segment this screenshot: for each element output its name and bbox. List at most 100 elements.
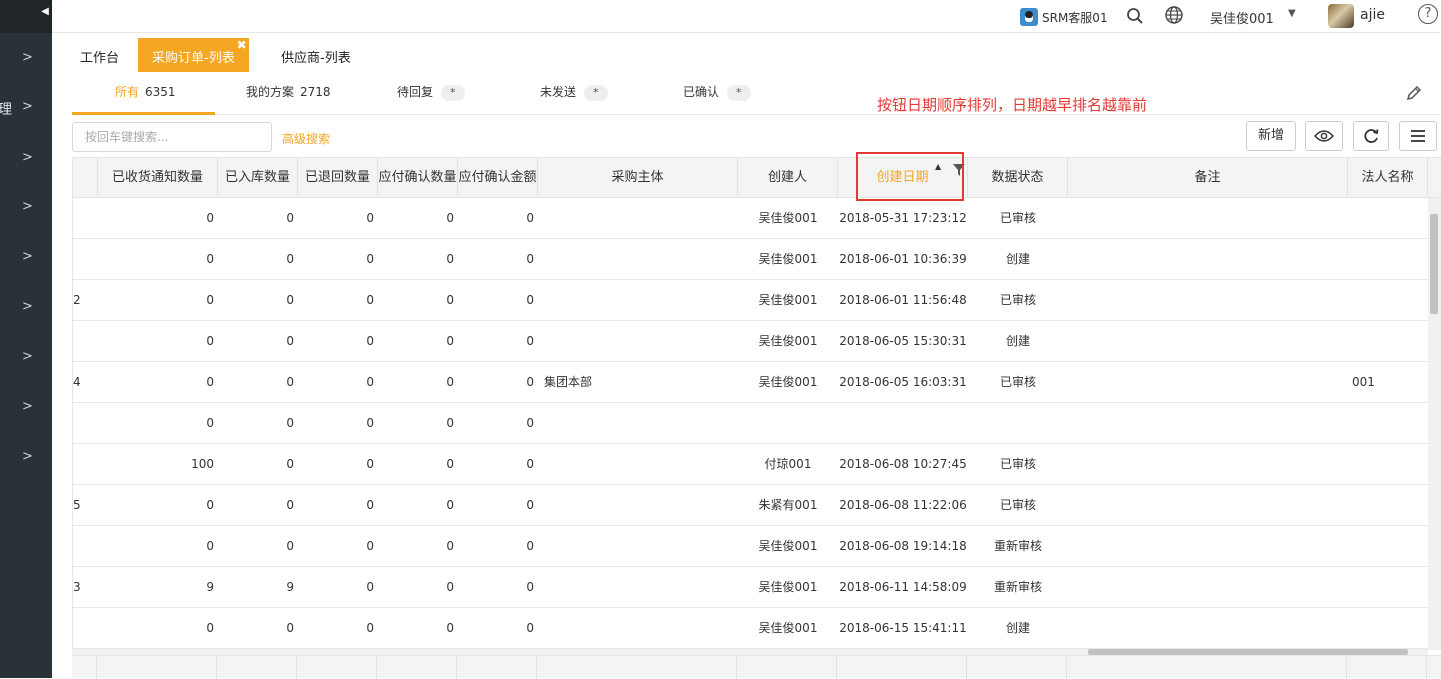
chevron-right-icon: >: [22, 349, 33, 364]
col-data-status-cell: 已审核: [999, 293, 1036, 307]
table-row[interactable]: 100 0 0 0 0 付琼001 2018-06-08 10:27:45 已审核: [73, 444, 1429, 485]
sidebar-menu-item[interactable]: >: [0, 199, 52, 219]
collapse-sidebar-icon[interactable]: ◀: [38, 0, 52, 24]
table-row[interactable]: 5 0 0 0 0 0 朱紧有001 2018-06-08 11:22:06 已审核: [73, 485, 1429, 526]
close-icon[interactable]: ✖: [237, 39, 247, 51]
vertical-scrollbar-thumb[interactable]: [1430, 214, 1438, 314]
table-row[interactable]: 0 0 0 0 0 吴佳俊001 2018-06-15 15:41:11 创建: [73, 608, 1429, 649]
table-row[interactable]: 2 0 0 0 0 0 吴佳俊001 2018-06-01 11:56:48 已审核: [73, 280, 1429, 321]
col-payable-confirm-qty-cell: 0: [446, 334, 454, 348]
col-creator-cell: 朱紧有001: [758, 498, 818, 512]
col-purchasing-entity-cell: [538, 321, 738, 361]
sidebar-menu-item[interactable]: >: [0, 299, 52, 319]
table-row[interactable]: 3 9 9 0 0 0 吴佳俊001 2018-06-11 14:58:09 重新审核: [73, 567, 1429, 608]
table-footer: [72, 655, 1441, 679]
username[interactable]: ajie: [1360, 7, 1385, 23]
col-received-notice-qty-header[interactable]: 已收货通知数量: [98, 158, 218, 197]
help-icon[interactable]: ?: [1418, 4, 1438, 24]
col-legal-entity-name-cell: [1348, 567, 1408, 607]
col-purchasing-entity-header[interactable]: 采购主体: [538, 158, 738, 197]
col-stocked-qty-cell: 9: [286, 580, 294, 594]
table-row[interactable]: 4 0 0 0 0 0 集团本部 吴佳俊001 2018-06-05 16:03:31 已审核 00…: [73, 362, 1429, 403]
col-returned-qty-cell: 0: [366, 375, 374, 389]
table-header: 已收货通知数量 已入库数量 已退回数量 应付确认数量 应付确认金额 采购主体 创建人 创建日期…: [73, 157, 1441, 198]
sidebar-menu-item[interactable]: >: [0, 50, 52, 70]
col-payable-confirm-qty-cell: 0: [446, 375, 454, 389]
sidebar-menu-item[interactable]: >: [0, 249, 52, 269]
tab-workbench[interactable]: 工作台: [66, 38, 133, 72]
col-data-status-cell: 已审核: [999, 375, 1036, 389]
col-creator-cell: [738, 403, 838, 443]
col-payable-confirm-amount-header[interactable]: 应付确认金额: [458, 158, 538, 197]
col-remark-cell: [1068, 362, 1348, 402]
col-returned-qty-cell: 0: [366, 580, 374, 594]
col-purchasing-entity-cell: [538, 608, 738, 648]
col-purchasing-entity-cell: [538, 280, 738, 320]
col-stocked-qty-cell: 0: [286, 252, 294, 266]
refresh-button[interactable]: [1353, 121, 1389, 151]
chevron-down-icon[interactable]: ▼: [1288, 8, 1296, 19]
sort-column-highlight: [856, 152, 964, 201]
filter-tab-label: 所有: [115, 85, 140, 99]
filter-tab-count-badge: *: [584, 85, 608, 101]
add-button[interactable]: 新增: [1246, 121, 1296, 151]
filter-tab-pending-reply[interactable]: 待回复 *: [397, 77, 465, 115]
col-payable-confirm-amount-cell: 0: [526, 416, 534, 430]
col-payable-confirm-qty-cell: 0: [446, 498, 454, 512]
tab-supplier-list[interactable]: 供应商-列表: [267, 38, 365, 72]
footer-cell: [377, 656, 457, 679]
col-data-status-cell: [968, 403, 1068, 443]
footer-cell: [837, 656, 967, 679]
col-returned-qty-header[interactable]: 已退回数量: [298, 158, 378, 197]
view-button[interactable]: [1305, 121, 1343, 151]
filter-tab-confirmed[interactable]: 已确认 *: [683, 77, 751, 115]
customer-service-link[interactable]: SRM客服01: [1020, 7, 1108, 27]
footer-cell: [737, 656, 837, 679]
avatar[interactable]: [1328, 4, 1354, 28]
sidebar-menu-item[interactable]: 理 >: [0, 99, 52, 119]
tab-purchase-order-list[interactable]: 采购订单-列表 ✖: [138, 38, 249, 72]
filter-tab-label: 待回复: [397, 85, 434, 99]
col-payable-confirm-qty-cell: 0: [446, 621, 454, 635]
col-id-cell: [73, 198, 83, 238]
table-row[interactable]: 0 0 0 0 0 吴佳俊001 2018-06-05 15:30:31 创建: [73, 321, 1429, 362]
col-stocked-qty-header[interactable]: 已入库数量: [218, 158, 298, 197]
col-creator-cell: 吴佳俊001: [758, 539, 818, 553]
sidebar-menu-item[interactable]: >: [0, 399, 52, 419]
edit-pencil-icon[interactable]: [1405, 84, 1423, 102]
filter-tab-unsent[interactable]: 未发送 *: [540, 77, 608, 115]
sidebar-menu-item[interactable]: >: [0, 150, 52, 170]
col-created-date-cell: 2018-06-08 19:14:18: [839, 539, 967, 553]
sidebar-menu-item[interactable]: >: [0, 349, 52, 369]
chevron-right-icon: >: [22, 199, 33, 214]
table-row[interactable]: 0 0 0 0 0 吴佳俊001 2018-05-31 17:23:12 已审核: [73, 198, 1429, 239]
advanced-search-link[interactable]: 高级搜索: [282, 130, 330, 147]
search-input[interactable]: [72, 122, 272, 152]
table-row[interactable]: 0 0 0 0 0 吴佳俊001 2018-06-08 19:14:18 重新审核: [73, 526, 1429, 567]
col-created-date-cell: 2018-05-31 17:23:12: [839, 211, 967, 225]
col-received-notice-qty-cell: 9: [206, 580, 214, 594]
col-created-date-cell: 2018-06-11 14:58:09: [839, 580, 967, 594]
tab-label: 工作台: [80, 51, 120, 66]
col-received-notice-qty-cell: 100: [191, 457, 214, 471]
filter-tab-all[interactable]: 所有 6351: [72, 77, 215, 115]
col-legal-entity-name-header[interactable]: 法人名称: [1348, 158, 1428, 197]
column-menu-button[interactable]: [1399, 121, 1437, 151]
col-payable-confirm-qty-cell: 0: [446, 252, 454, 266]
col-data-status-header[interactable]: 数据状态: [968, 158, 1068, 197]
col-payable-confirm-qty-header[interactable]: 应付确认数量: [378, 158, 458, 197]
sidebar-menu-item[interactable]: >: [0, 449, 52, 469]
filter-tab-my-plans[interactable]: 我的方案 2718: [246, 77, 331, 115]
col-created-date-cell: [838, 403, 968, 443]
globe-icon[interactable]: [1164, 5, 1184, 25]
search-icon[interactable]: [1126, 7, 1144, 25]
col-purchasing-entity-cell: [538, 526, 738, 566]
col-remark-header[interactable]: 备注: [1068, 158, 1348, 197]
purchase-order-table: 已收货通知数量 已入库数量 已退回数量 应付确认数量 应付确认金额 采购主体 创建人 创建日期…: [72, 157, 1441, 678]
table-row[interactable]: 0 0 0 0 0: [73, 403, 1429, 444]
col-legal-entity-name-cell: [1348, 608, 1408, 648]
col-creator-header[interactable]: 创建人: [738, 158, 838, 197]
col-id-header[interactable]: [73, 158, 98, 197]
user-dropdown[interactable]: 吴佳俊001: [1210, 8, 1274, 27]
table-row[interactable]: 0 0 0 0 0 吴佳俊001 2018-06-01 10:36:39 创建: [73, 239, 1429, 280]
